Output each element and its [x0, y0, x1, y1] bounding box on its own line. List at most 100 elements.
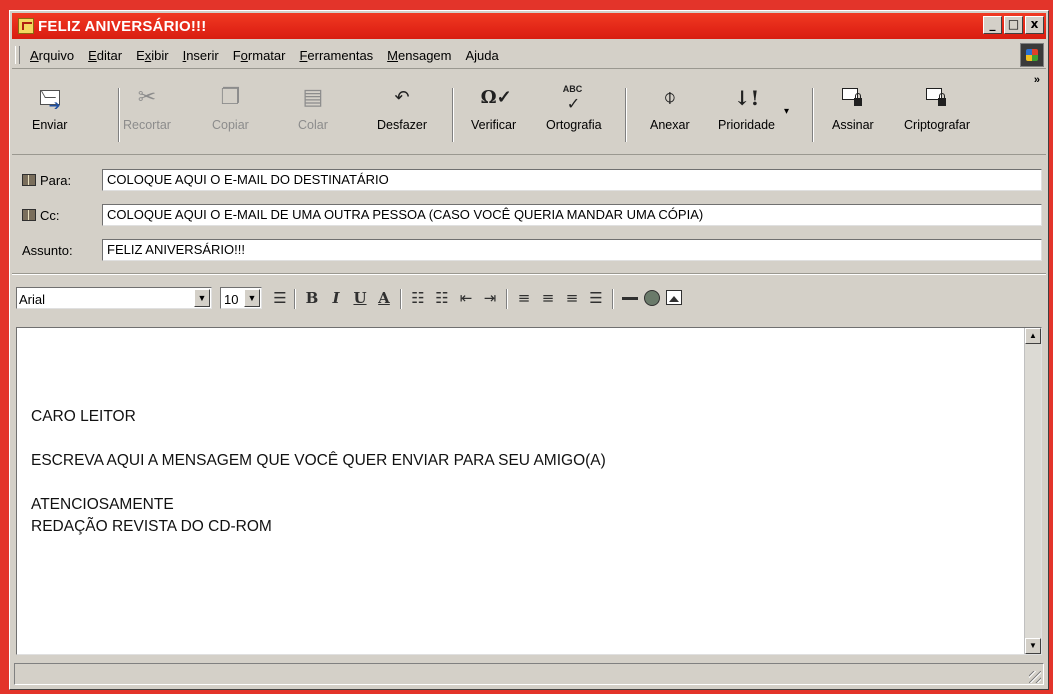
subject-field[interactable]: FELIZ ANIVERSÁRIO!!! [102, 239, 1042, 261]
message-body[interactable]: CARO LEITOR ESCREVA AQUI A MENSAGEM QUE … [16, 327, 1042, 655]
window-controls: _ □ x [983, 16, 1044, 34]
copy-label: Copiar [212, 118, 249, 132]
send-label: Enviar [32, 118, 68, 132]
priority-button[interactable]: ↓! Prioridade ▾ [718, 84, 789, 144]
align-right-icon[interactable]: ≡ [562, 288, 582, 308]
body-greeting: CARO LEITOR [31, 408, 136, 425]
to-row: Para: COLOQUE AQUI O E-MAIL DO DESTINATÁ… [22, 168, 1042, 192]
body-blank-line [31, 472, 606, 494]
body-signature: REDAÇÃO REVISTA DO CD-ROM [31, 518, 272, 535]
font-size-select[interactable]: 10 ▼ [220, 287, 262, 309]
new-message-icon [18, 18, 34, 34]
justify-icon[interactable]: ☰ [586, 288, 606, 308]
menu-bar: Arquivo Editar Exibir Inserir Formatar F… [12, 42, 1046, 69]
cc-row: Cc: COLOQUE AQUI O E-MAIL DE UMA OUTRA P… [22, 203, 1042, 227]
encrypt-button[interactable]: Criptografar [904, 84, 970, 144]
underline-button[interactable]: U [350, 288, 370, 308]
menu-inserir[interactable]: Inserir [183, 48, 219, 63]
hyperlink-globe-icon[interactable] [644, 290, 660, 306]
toolbar-separator [625, 88, 627, 142]
format-separator [294, 289, 296, 309]
address-book-icon[interactable] [22, 209, 36, 221]
format-separator [506, 289, 508, 309]
main-toolbar: ➔ Enviar ✂ Recortar ❐ Copiar ▤ Colar ↶ D… [12, 70, 1046, 155]
menu-editar[interactable]: Editar [88, 48, 122, 63]
maximize-button[interactable]: □ [1004, 16, 1023, 34]
resize-grip-icon[interactable] [1029, 671, 1041, 683]
priority-dropdown-icon[interactable]: ▾ [784, 106, 789, 117]
scroll-down-icon[interactable]: ▼ [1025, 638, 1041, 654]
menu-ajuda[interactable]: Ajuda [466, 48, 499, 63]
to-label-wrap[interactable]: Para: [22, 173, 102, 188]
font-family-select[interactable]: Arial ▼ [16, 287, 212, 309]
spelling-button[interactable]: ABC ✓ Ortografia [546, 84, 602, 144]
size-dropdown-icon[interactable]: ▼ [244, 289, 260, 307]
cut-button[interactable]: ✂ Recortar [123, 84, 171, 144]
cc-label: Cc: [40, 207, 60, 223]
check-names-icon: Ω✓ [480, 87, 512, 108]
menu-formatar[interactable]: Formatar [233, 48, 286, 63]
close-button[interactable]: x [1025, 16, 1044, 34]
copy-button[interactable]: ❐ Copiar [212, 84, 249, 144]
body-message: ESCREVA AQUI A MENSAGEM QUE VOCÊ QUER EN… [31, 452, 606, 469]
check-names-button[interactable]: Ω✓ Verificar [471, 84, 516, 144]
check-names-label: Verificar [471, 118, 517, 132]
paperclip-icon: ⌽ [663, 85, 677, 110]
to-field[interactable]: COLOQUE AQUI O E-MAIL DO DESTINATÁRIO [102, 169, 1042, 191]
font-family-value: Arial [19, 292, 46, 307]
paragraph-style-icon[interactable]: ☰ [270, 288, 290, 308]
align-center-icon[interactable]: ≡ [538, 288, 558, 308]
paste-button[interactable]: ▤ Colar [298, 84, 328, 144]
undo-button[interactable]: ↶ Desfazer [377, 84, 427, 144]
message-text: CARO LEITOR ESCREVA AQUI A MENSAGEM QUE … [31, 406, 606, 538]
undo-label: Desfazer [377, 118, 428, 132]
spelling-icon: ABC ✓ [562, 84, 583, 113]
send-icon: ➔ [37, 84, 63, 114]
header-divider [12, 273, 1046, 275]
paste-label: Colar [298, 118, 328, 132]
title-bar[interactable]: FELIZ ANIVERSÁRIO!!! _ □ x [12, 13, 1046, 39]
italic-button[interactable]: I [326, 288, 346, 308]
attach-button[interactable]: ⌽ Anexar [650, 84, 690, 144]
menu-arquivo[interactable]: Arquivo [30, 48, 74, 63]
sign-button[interactable]: Assinar [832, 84, 874, 144]
menu-grip[interactable] [15, 46, 20, 64]
subject-label: Assunto: [22, 242, 73, 258]
insert-picture-icon[interactable] [666, 290, 682, 305]
vertical-scrollbar[interactable]: ▲ ▼ [1024, 328, 1041, 654]
subject-row: Assunto: FELIZ ANIVERSÁRIO!!! [22, 238, 1042, 262]
send-button[interactable]: ➔ Enviar [32, 84, 67, 144]
horizontal-line-icon[interactable] [622, 297, 638, 300]
sign-envelope-icon [840, 84, 866, 112]
menu-mensagem[interactable]: Mensagem [387, 48, 451, 63]
decrease-indent-icon[interactable]: ⇤ [456, 288, 476, 308]
sign-label: Assinar [832, 118, 874, 132]
scroll-up-icon[interactable]: ▲ [1025, 328, 1041, 344]
toolbar-separator [812, 88, 814, 142]
toolbar-separator [452, 88, 454, 142]
align-left-icon[interactable]: ≡ [514, 288, 534, 308]
address-book-icon[interactable] [22, 174, 36, 186]
cc-field[interactable]: COLOQUE AQUI O E-MAIL DE UMA OUTRA PESSO… [102, 204, 1042, 226]
font-dropdown-icon[interactable]: ▼ [194, 289, 210, 307]
cut-label: Recortar [123, 118, 171, 132]
windows-logo-icon [1020, 43, 1044, 67]
format-separator [612, 289, 614, 309]
font-size-value: 10 [224, 292, 239, 307]
bold-button[interactable]: B [302, 288, 322, 308]
increase-indent-icon[interactable]: ⇥ [480, 288, 500, 308]
priority-label: Prioridade [718, 118, 775, 132]
undo-icon: ↶ [394, 87, 410, 108]
numbered-list-icon[interactable]: ☷ [408, 288, 428, 308]
toolbar-separator [118, 88, 120, 142]
menu-exibir[interactable]: Exibir [136, 48, 169, 63]
encrypt-label: Criptografar [904, 118, 970, 132]
bullet-list-icon[interactable]: ☷ [432, 288, 452, 308]
font-color-button[interactable]: A [374, 288, 394, 308]
minimize-button[interactable]: _ [983, 16, 1002, 34]
body-blank-line [31, 428, 606, 450]
format-separator [400, 289, 402, 309]
menu-ferramentas[interactable]: Ferramentas [299, 48, 373, 63]
cc-label-wrap[interactable]: Cc: [22, 208, 102, 223]
toolbar-more-chevron-icon[interactable]: » [1034, 74, 1040, 86]
